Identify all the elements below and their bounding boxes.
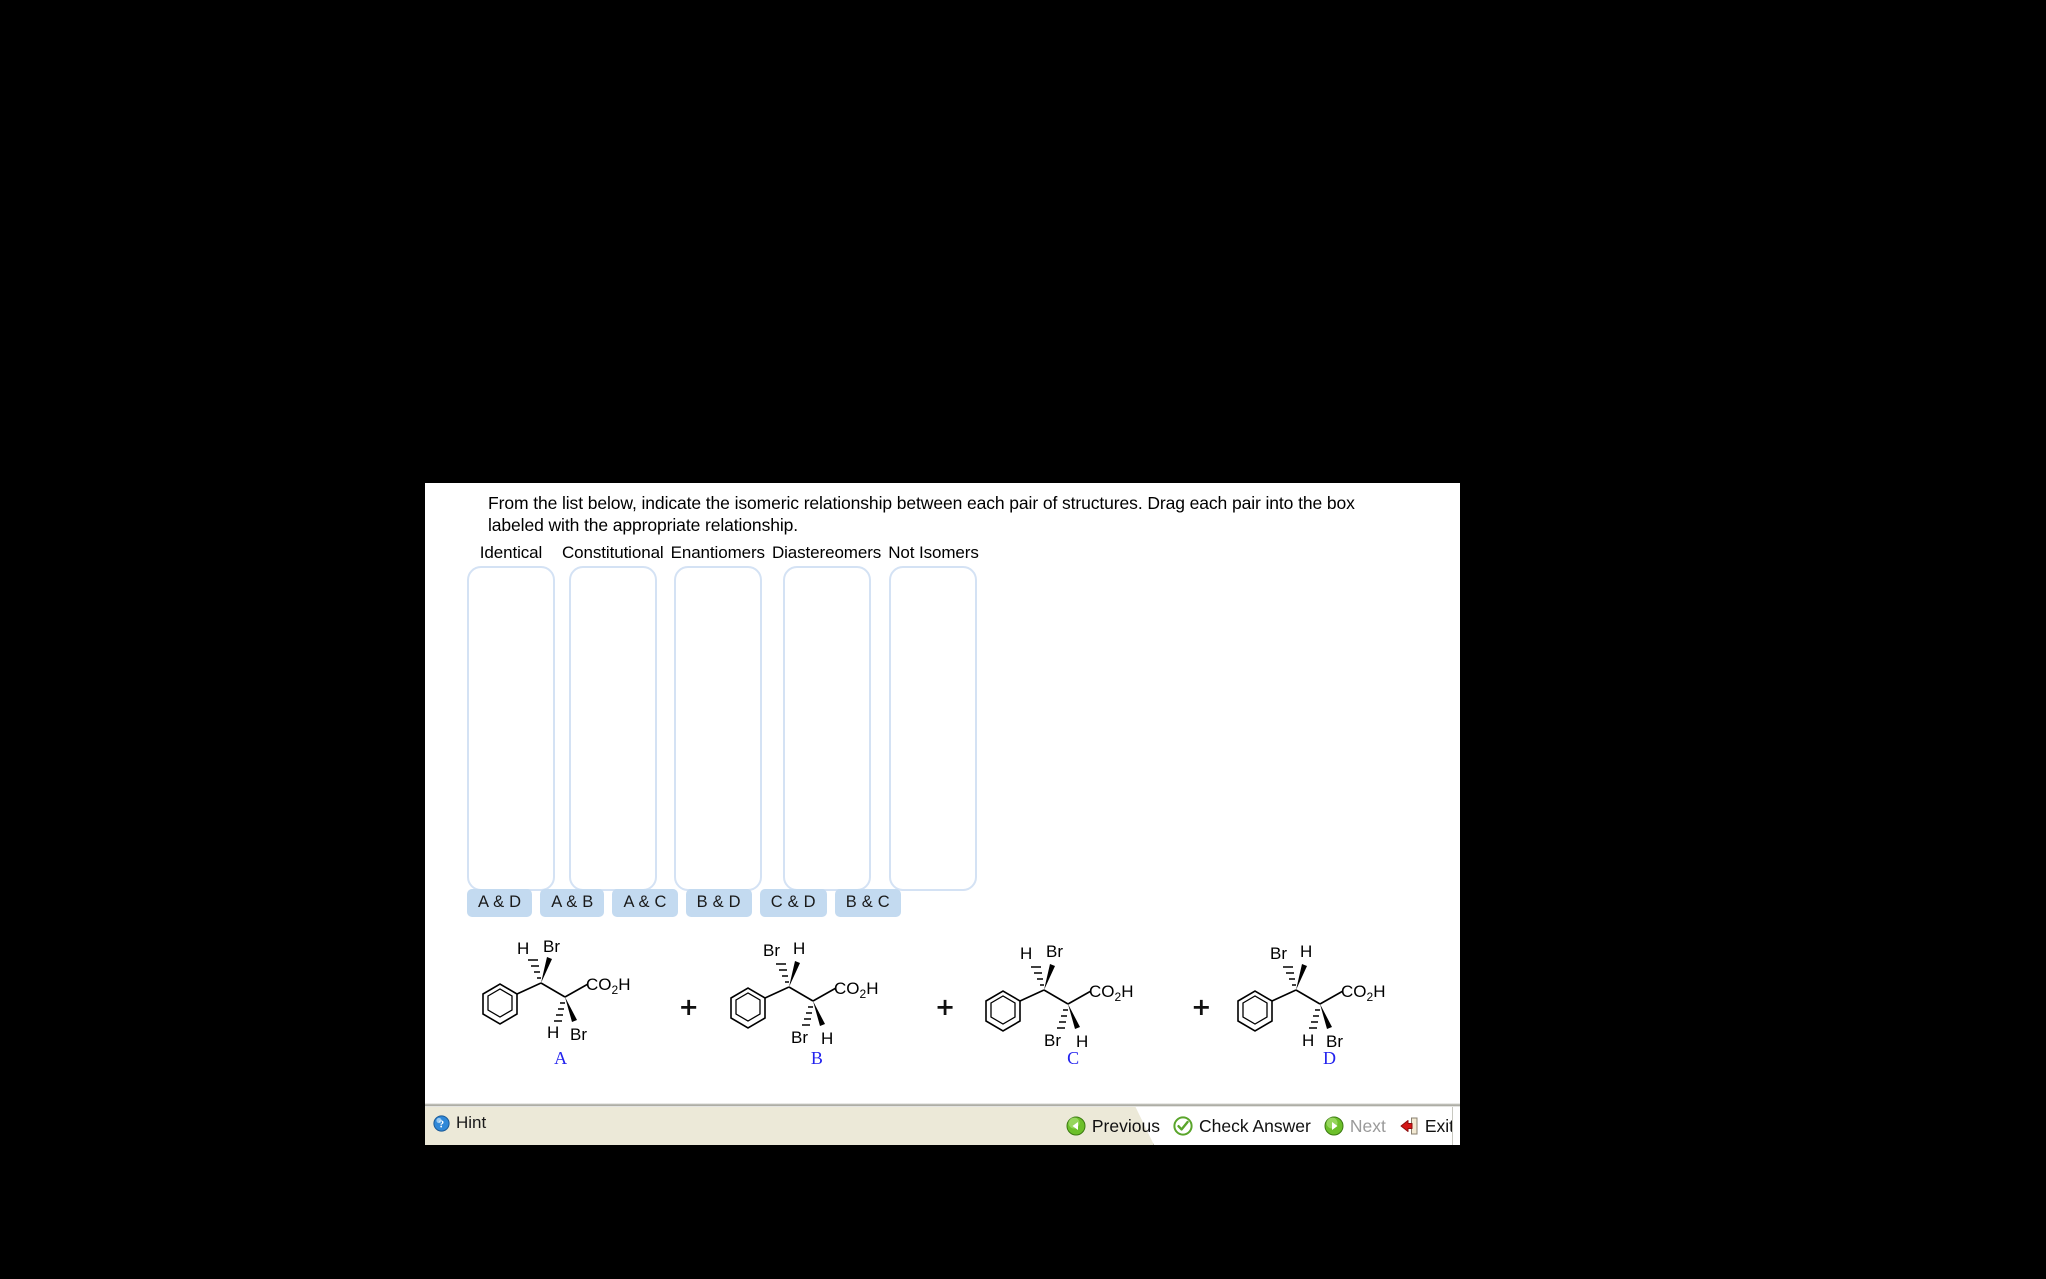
atom-label-top-right: H — [793, 939, 805, 958]
wedge-bond-bottom-right — [1319, 1004, 1332, 1029]
structure-d-drawing: Br H H Br CO2H — [1237, 942, 1385, 1051]
dropzone-not-isomers[interactable]: Not Isomers — [888, 543, 979, 891]
check-answer-button[interactable]: Check Answer — [1173, 1116, 1311, 1137]
hash-bond-bottom-left — [554, 1002, 565, 1022]
atom-label-top-right: Br — [1046, 942, 1063, 961]
atom-label-bottom-left: H — [547, 1023, 559, 1042]
instruction-text: From the list below, indicate the isomer… — [488, 493, 1355, 536]
pair-chip[interactable]: A & C — [612, 889, 678, 917]
dropzone-row: Identical Constitutional Enantiomers Dia… — [467, 543, 979, 891]
screen: From the list below, indicate the isomer… — [0, 0, 2046, 1279]
atom-label-bottom-left: Br — [791, 1028, 808, 1047]
atom-label-top-left: Br — [1270, 944, 1287, 963]
dropzone-label-enantiomers: Enantiomers — [670, 543, 765, 562]
atom-label-acid: CO2H — [586, 975, 630, 997]
wedge-bond-top-right — [1295, 964, 1307, 990]
pair-chip[interactable]: B & C — [834, 889, 901, 917]
previous-button[interactable]: Previous — [1066, 1116, 1160, 1137]
exit-label: Exit — [1424, 1115, 1454, 1136]
dropzone-label-diastereomers: Diastereomers — [771, 543, 882, 562]
dropzone-identical[interactable]: Identical — [467, 543, 555, 891]
structure-label-d: D — [1322, 1048, 1336, 1068]
structure-a: H Br H Br CO2H A — [455, 921, 666, 1076]
previous-label: Previous — [1091, 1115, 1160, 1136]
dropzone-box-identical[interactable] — [467, 566, 555, 891]
wedge-bond-top-right — [1043, 964, 1055, 990]
atom-label-acid: CO2H — [834, 979, 878, 1001]
dropzone-constitutional[interactable]: Constitutional — [562, 543, 664, 891]
structure-b-drawing: Br H Br H CO2H — [730, 939, 879, 1048]
hash-bond-top-left — [776, 963, 790, 983]
svg-text:?: ? — [439, 1119, 444, 1130]
atom-label-top-right: H — [1300, 942, 1312, 961]
structure-b: Br H Br H CO2H B — [711, 921, 922, 1076]
bar-end-cap — [1452, 1107, 1460, 1145]
dropzone-box-not-isomers[interactable] — [889, 566, 978, 891]
dropzone-label-identical: Identical — [479, 543, 543, 562]
wedge-bond-top-right — [789, 961, 801, 987]
navigation-toolbar: Previous Check Answer Next Exit — [1066, 1109, 1454, 1143]
plus-separator: + — [1191, 993, 1212, 1021]
hint-button[interactable]: ? Hint — [433, 1113, 486, 1133]
hash-bond-bottom-left — [1308, 1009, 1320, 1029]
structure-label-a: A — [554, 1048, 568, 1068]
hash-bond-top-left — [1030, 966, 1044, 986]
next-button[interactable]: Next — [1324, 1116, 1386, 1137]
hash-bond-top-left — [1282, 966, 1296, 986]
hash-bond-bottom-left — [1056, 1009, 1068, 1029]
wedge-bond-bottom-right — [565, 997, 577, 1022]
check-circle-icon — [1173, 1116, 1193, 1136]
dropzone-box-constitutional[interactable] — [568, 566, 657, 891]
atom-label-top-left: H — [517, 939, 529, 958]
hint-label: Hint — [456, 1113, 487, 1132]
pair-chip[interactable]: A & D — [467, 889, 533, 917]
atom-label-bottom-right: H — [821, 1029, 833, 1048]
back-arrow-icon — [1066, 1116, 1086, 1136]
forward-arrow-icon — [1324, 1116, 1344, 1136]
atom-label-top-right: Br — [543, 937, 560, 956]
structure-c-drawing: H Br Br H CO2H — [984, 942, 1133, 1051]
dropzone-label-not-isomers: Not Isomers — [888, 543, 979, 562]
pair-chip[interactable]: A & B — [540, 889, 605, 917]
hash-bond-bottom-left — [802, 1006, 814, 1026]
dropzone-diastereomers[interactable]: Diastereomers — [772, 543, 881, 891]
plus-separator: + — [934, 993, 956, 1021]
atom-label-top-left: Br — [763, 941, 780, 960]
hint-bar — [425, 1107, 1125, 1145]
structure-label-c: C — [1067, 1048, 1080, 1068]
check-answer-label: Check Answer — [1198, 1115, 1311, 1136]
pair-chip[interactable]: B & D — [685, 889, 752, 917]
dropzone-enantiomers[interactable]: Enantiomers — [671, 543, 765, 891]
exit-door-icon — [1400, 1117, 1418, 1135]
exit-button[interactable]: Exit — [1399, 1116, 1454, 1137]
atom-label-bottom-right: Br — [570, 1025, 587, 1044]
structure-label-b: B — [810, 1048, 823, 1068]
wedge-bond-top-right — [541, 957, 552, 983]
lightbulb-icon: ? — [433, 1114, 450, 1132]
wedge-bond-bottom-right — [1067, 1004, 1080, 1029]
structure-row: H Br H Br CO2H A + Br H Br H CO2H B + H … — [455, 921, 1435, 1076]
structure-a-drawing: H Br H Br CO2H — [482, 937, 630, 1044]
structure-d: Br H H Br CO2H D — [1224, 921, 1435, 1076]
hash-bond-top-left — [528, 959, 541, 979]
pair-chip-row: A & D A & B A & C B & D C & D B & C — [467, 889, 901, 917]
wedge-bond-bottom-right — [813, 1001, 826, 1026]
dropzone-label-constitutional: Constitutional — [562, 543, 664, 562]
atom-label-acid: CO2H — [1089, 982, 1133, 1004]
exercise-panel: From the list below, indicate the isomer… — [425, 483, 1460, 1145]
next-label: Next — [1349, 1115, 1386, 1136]
atom-label-top-left: H — [1020, 944, 1032, 963]
plus-separator: + — [678, 993, 699, 1021]
structure-c: H Br Br H CO2H C — [968, 921, 1179, 1076]
pair-chip[interactable]: C & D — [759, 889, 827, 917]
dropzone-box-diastereomers[interactable] — [782, 566, 871, 891]
atom-label-acid: CO2H — [1341, 982, 1385, 1004]
dropzone-box-enantiomers[interactable] — [673, 566, 762, 891]
bottom-bar: ? Hint Previous Check Answer Next Exit — [425, 1103, 1460, 1145]
